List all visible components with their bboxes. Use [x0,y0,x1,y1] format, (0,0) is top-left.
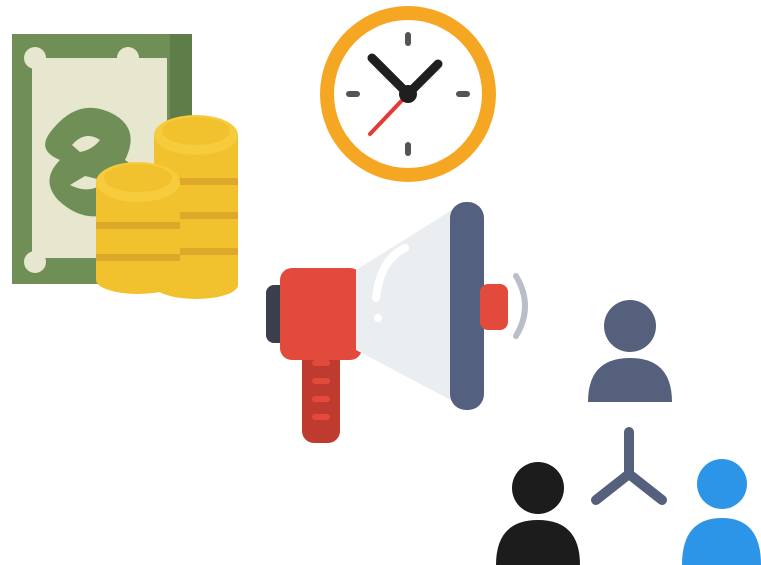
clock-icon [320,6,496,182]
megaphone-horn [356,206,458,404]
megaphone-rim [450,202,484,410]
sound-wave [513,273,528,339]
person-right-icon [682,459,761,565]
people-network-icon [496,300,761,565]
megaphone-body [280,268,362,360]
megaphone-icon [266,202,528,443]
person-left-icon [496,462,580,565]
money-icon [12,34,238,299]
person-top-icon [588,300,672,402]
coin-stack-left [96,162,180,294]
illustration [0,0,761,565]
